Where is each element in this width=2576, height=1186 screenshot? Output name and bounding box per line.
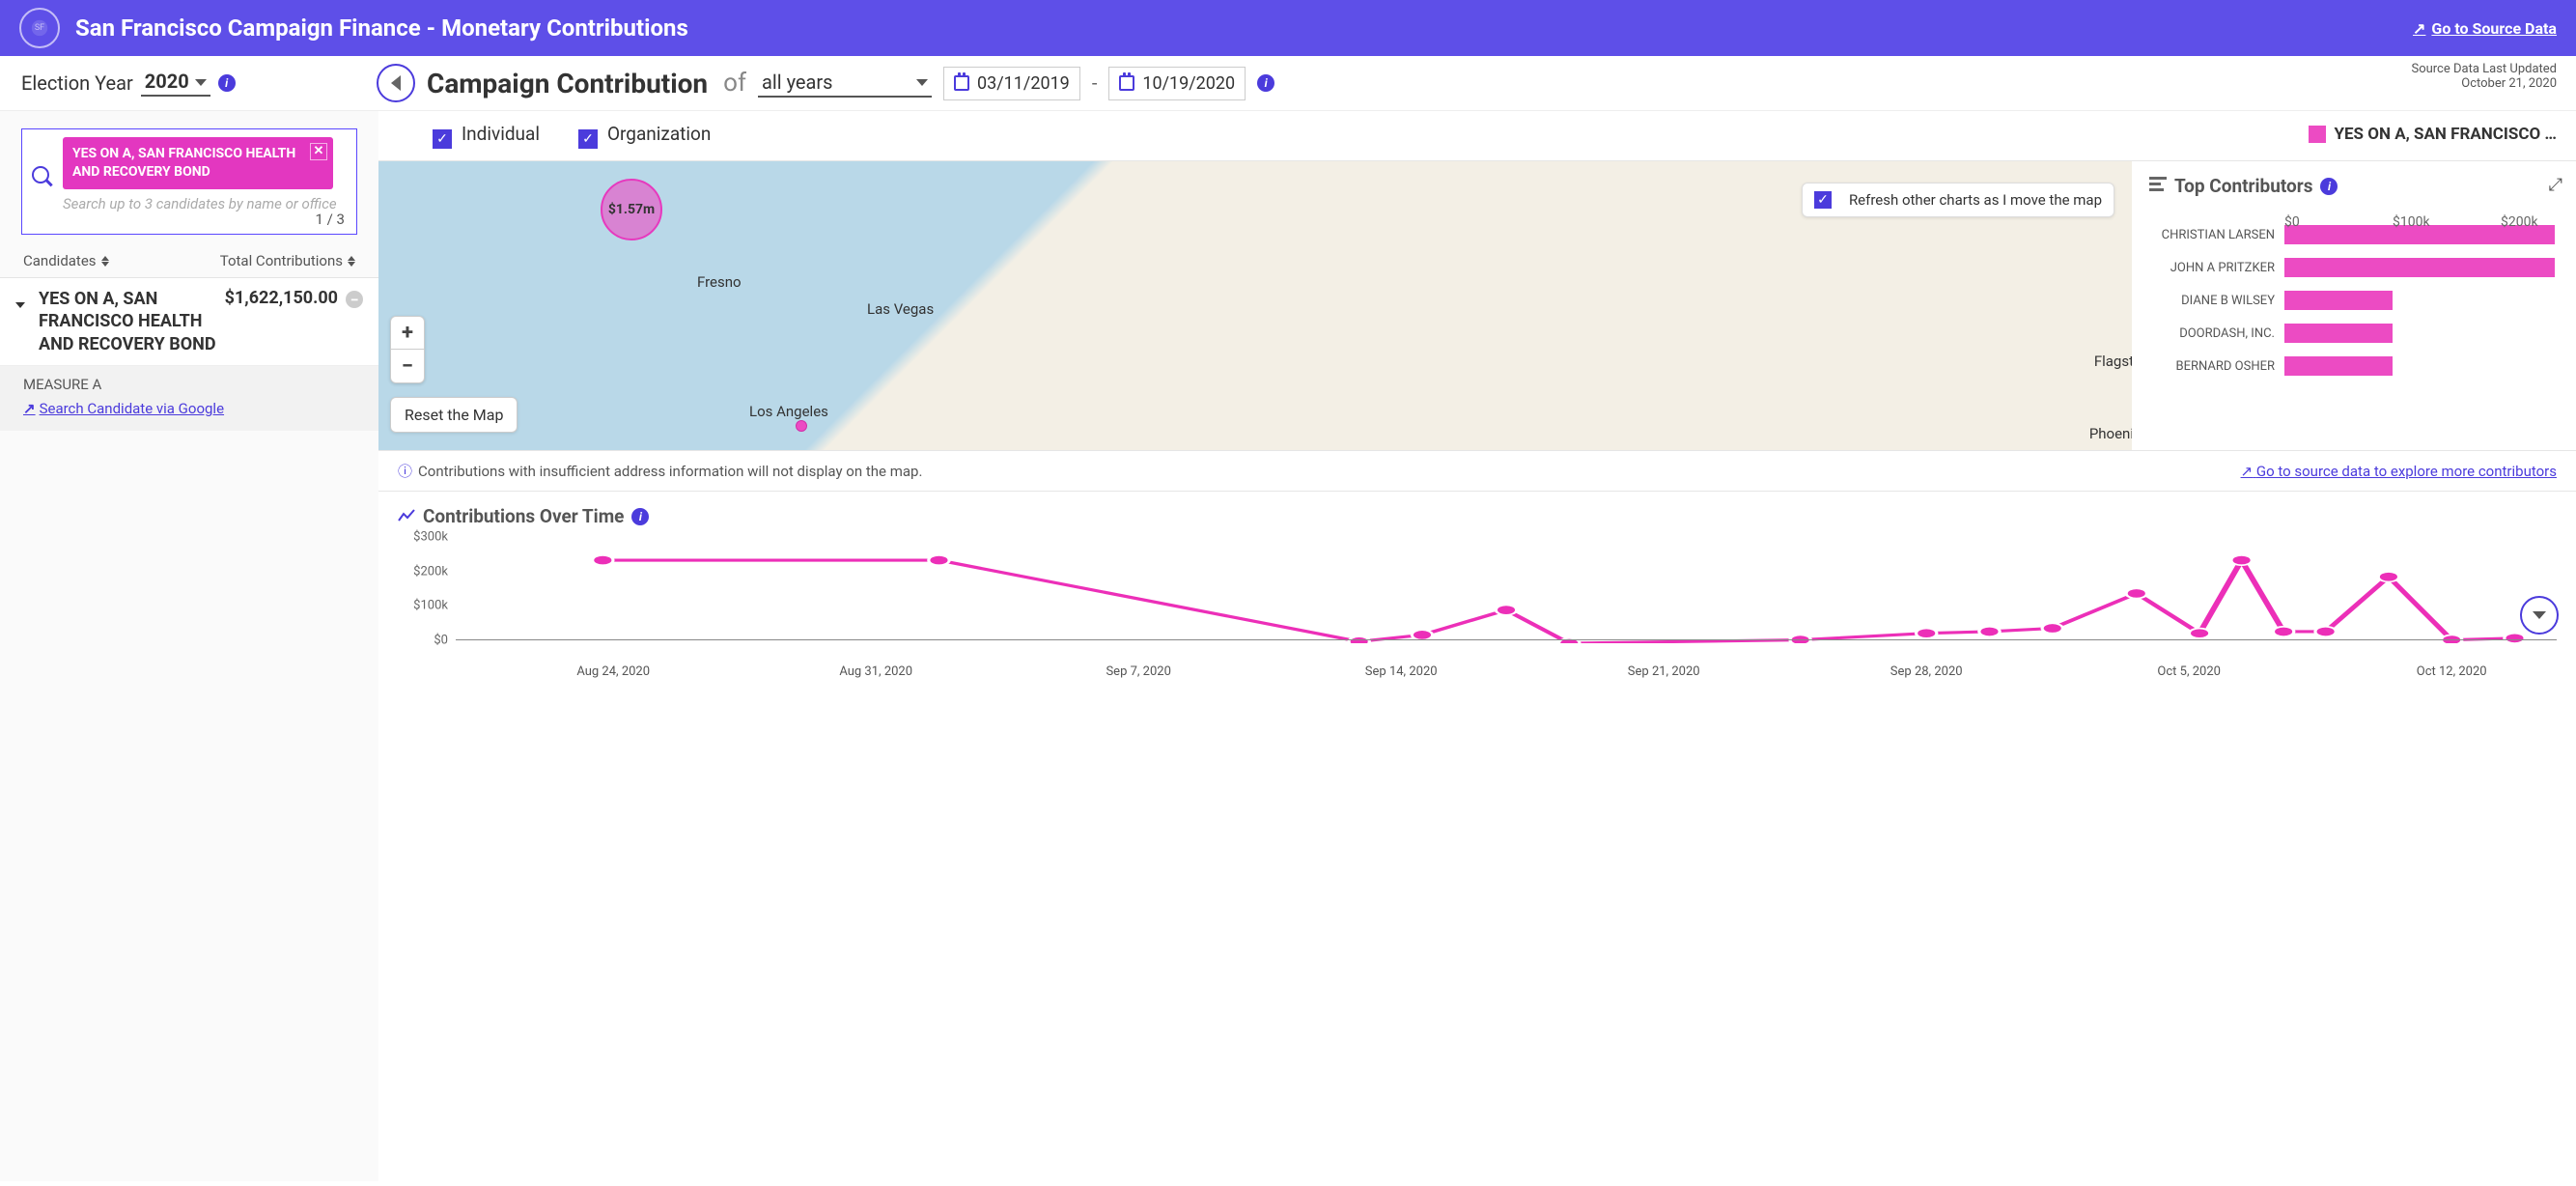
- sort-icon: [348, 256, 355, 267]
- zoom-out-button[interactable]: −: [391, 350, 424, 382]
- info-icon[interactable]: i: [631, 508, 649, 525]
- expand-icon[interactable]: ⤢: [2549, 175, 2562, 195]
- calendar-icon: [1119, 75, 1134, 91]
- info-icon[interactable]: i: [1257, 74, 1274, 92]
- selected-candidate-chip: YES ON A, SAN FRANCISCO HEALTH AND RECOV…: [63, 137, 333, 189]
- sort-icon: [101, 256, 109, 267]
- app-header: SF San Francisco Campaign Finance - Mone…: [0, 0, 2576, 56]
- city-seal-icon: SF: [19, 8, 60, 48]
- refresh-on-move-toggle[interactable]: ✓ Refresh other charts as I move the map: [1802, 183, 2114, 217]
- candidate-search-box[interactable]: YES ON A, SAN FRANCISCO HEALTH AND RECOV…: [21, 128, 357, 235]
- election-year-label: Election Year: [21, 71, 133, 95]
- contributions-map[interactable]: $1.57m Fresno Las Vegas Los Angeles Flag…: [378, 161, 2132, 450]
- expand-row-icon[interactable]: [15, 294, 31, 312]
- last-updated-meta: Source Data Last Updated October 21, 202…: [2411, 62, 2557, 91]
- map-label: Phoeni: [2089, 425, 2132, 442]
- contributor-bar[interactable]: CHRISTIAN LARSEN: [2149, 224, 2559, 245]
- top-contributors-chart: $0$100k$200k CHRISTIAN LARSENJOHN A PRIT…: [2149, 214, 2559, 377]
- individual-checkbox[interactable]: ✓Individual: [433, 123, 540, 149]
- sidebar: YES ON A, SAN FRANCISCO HEALTH AND RECOV…: [0, 111, 378, 1181]
- map-bubble-small[interactable]: [796, 420, 807, 432]
- external-link-icon: [2241, 463, 2254, 480]
- chevron-down-icon: [916, 79, 928, 86]
- date-range-separator: -: [1092, 71, 1098, 95]
- map-label: Fresno: [697, 273, 742, 291]
- search-icon: [32, 166, 55, 189]
- organization-checkbox[interactable]: ✓Organization: [578, 123, 711, 149]
- date-to-input[interactable]: 10/19/2020: [1108, 67, 1246, 100]
- remove-candidate-button[interactable]: −: [346, 291, 363, 308]
- top-contributors-panel: Top Contributors i ⤢ $0$100k$200k CHRIST…: [2132, 161, 2576, 450]
- search-google-link[interactable]: Search Candidate via Google: [23, 400, 224, 417]
- trend-icon: [398, 505, 415, 527]
- legend-color-icon: [2309, 126, 2326, 143]
- source-data-link[interactable]: Go to Source Data: [2413, 19, 2557, 38]
- map-footer: ⓘContributions with insufficient address…: [378, 451, 2576, 492]
- remove-chip-button[interactable]: ✕: [310, 143, 327, 160]
- map-label: Flagst: [2094, 353, 2132, 370]
- explore-contributors-link[interactable]: Go to source data to explore more contri…: [2241, 463, 2557, 480]
- type-filter-bar: ✓Individual ✓Organization YES ON A, SAN …: [378, 111, 2576, 161]
- candidate-table-header: Candidates Total Contributions: [0, 244, 378, 278]
- candidate-detail: MEASURE A Search Candidate via Google: [0, 366, 378, 431]
- collapse-section-button[interactable]: [2520, 596, 2559, 635]
- page-title: San Francisco Campaign Finance - Monetar…: [75, 14, 2413, 42]
- info-outline-icon: ⓘ: [398, 463, 412, 480]
- chevron-down-icon: [2533, 611, 2546, 619]
- main-content: ✓Individual ✓Organization YES ON A, SAN …: [378, 111, 2576, 1181]
- info-icon[interactable]: i: [2320, 178, 2338, 195]
- bar-chart-icon: [2149, 175, 2167, 197]
- filter-subheader: Election Year 2020 i Campaign Contributi…: [0, 56, 2576, 111]
- contributor-bar[interactable]: DOORDASH, INC.: [2149, 323, 2559, 344]
- contributor-bar[interactable]: DIANE B WILSEY: [2149, 290, 2559, 311]
- contributions-over-time-section: Contributions Over Time i $0$100k$200k$3…: [378, 492, 2576, 672]
- map-label: Los Angeles: [749, 403, 828, 420]
- reset-map-button[interactable]: Reset the Map: [390, 397, 518, 433]
- chevron-down-icon: [195, 79, 207, 86]
- map-zoom-control: + −: [390, 316, 425, 383]
- search-placeholder: Search up to 3 candidates by name or off…: [63, 195, 347, 212]
- election-year-select[interactable]: 2020: [141, 70, 210, 97]
- contributor-bar[interactable]: BERNARD OSHER: [2149, 355, 2559, 377]
- campaign-contribution-heading: Campaign Contribution: [427, 68, 708, 99]
- external-link-icon: [2413, 19, 2425, 38]
- info-icon[interactable]: i: [218, 74, 236, 92]
- map-bubble[interactable]: $1.57m: [601, 179, 662, 240]
- legend-item: YES ON A, SAN FRANCISCO …: [2309, 125, 2557, 144]
- arrow-left-icon: [391, 75, 401, 91]
- zoom-in-button[interactable]: +: [391, 317, 424, 350]
- candidate-row[interactable]: YES ON A, SAN FRANCISCO HEALTH AND RECOV…: [0, 278, 378, 366]
- contributions-time-chart: $0$100k$200k$300k Aug 24, 2020Aug 31, 20…: [456, 537, 2557, 672]
- search-count: 1 / 3: [316, 211, 346, 228]
- date-from-input[interactable]: 03/11/2019: [943, 67, 1080, 100]
- back-button[interactable]: [377, 64, 415, 102]
- sort-candidates[interactable]: Candidates: [23, 252, 109, 269]
- contribution-year-select[interactable]: all years: [758, 69, 932, 98]
- map-label: Las Vegas: [867, 300, 934, 318]
- calendar-icon: [954, 75, 969, 91]
- sort-contributions[interactable]: Total Contributions: [220, 252, 355, 269]
- contributor-bar[interactable]: JOHN A PRITZKER: [2149, 257, 2559, 278]
